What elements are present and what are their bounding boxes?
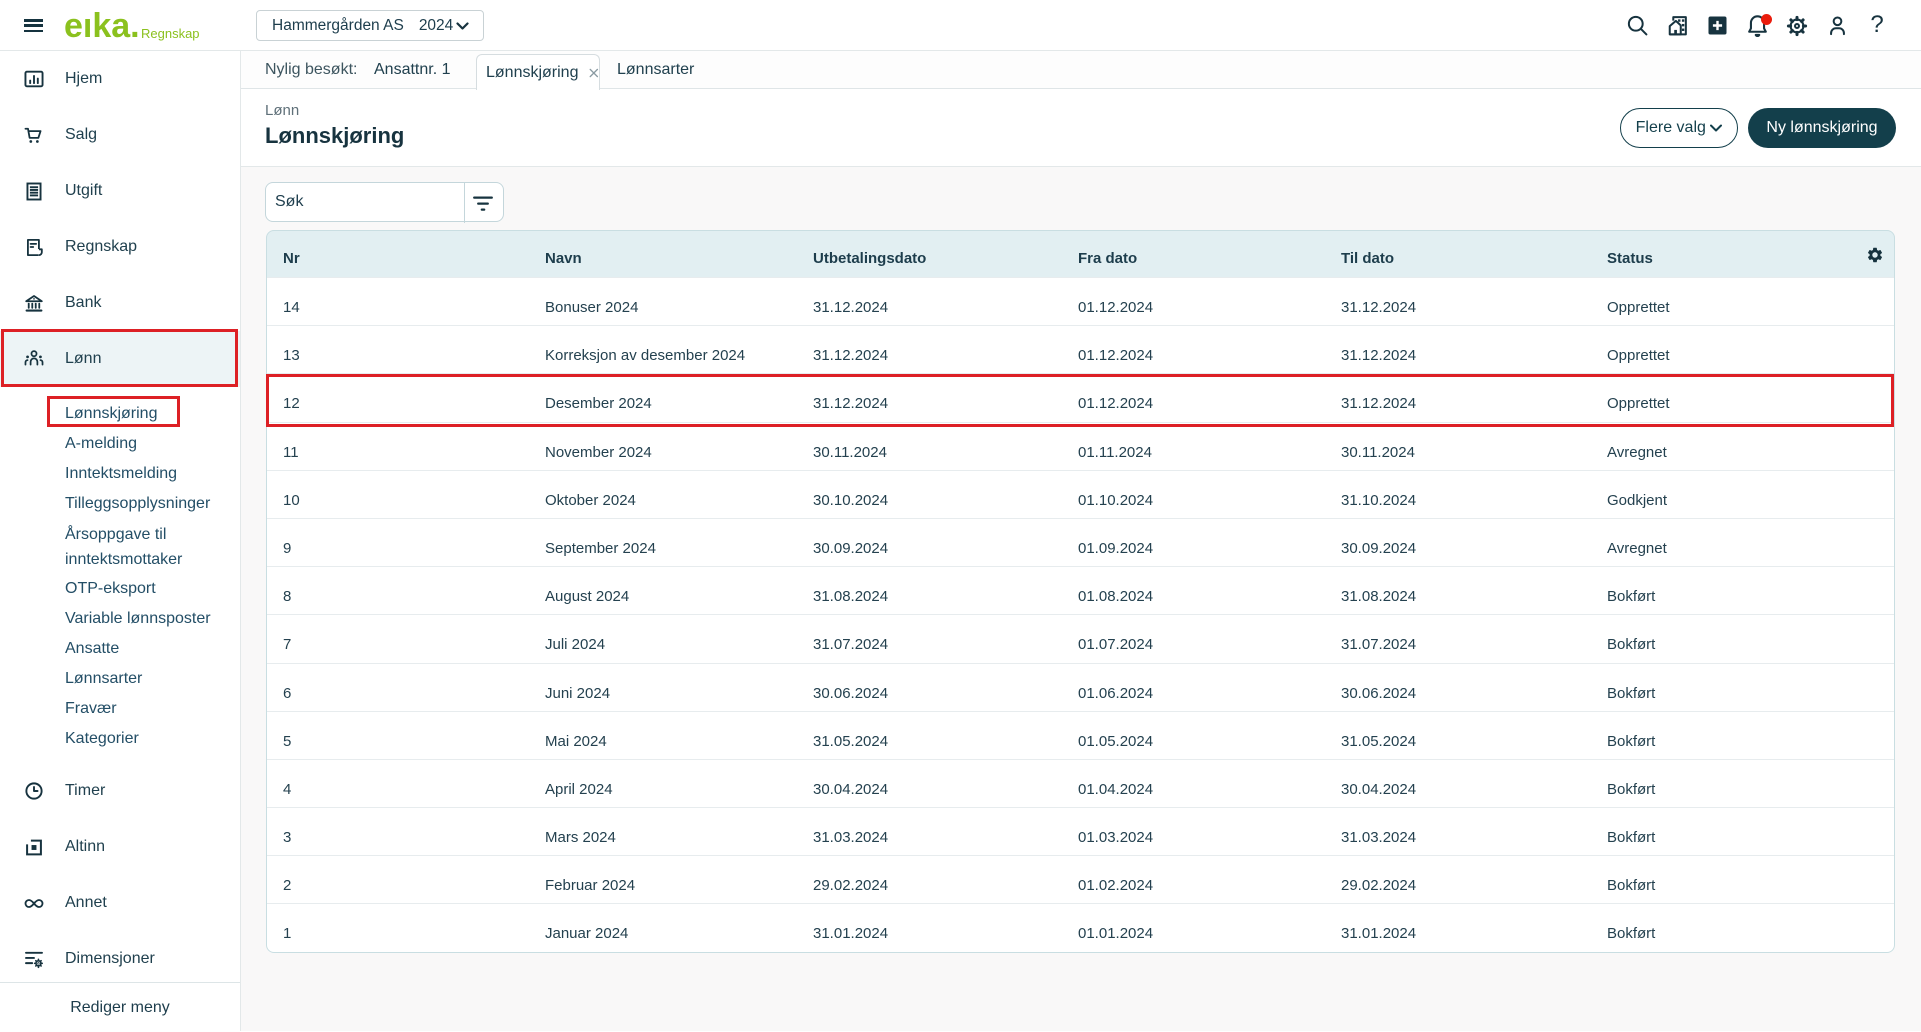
svg-text:eıka.: eıka. [64, 8, 140, 44]
svg-text:Regnskap: Regnskap [141, 26, 200, 41]
